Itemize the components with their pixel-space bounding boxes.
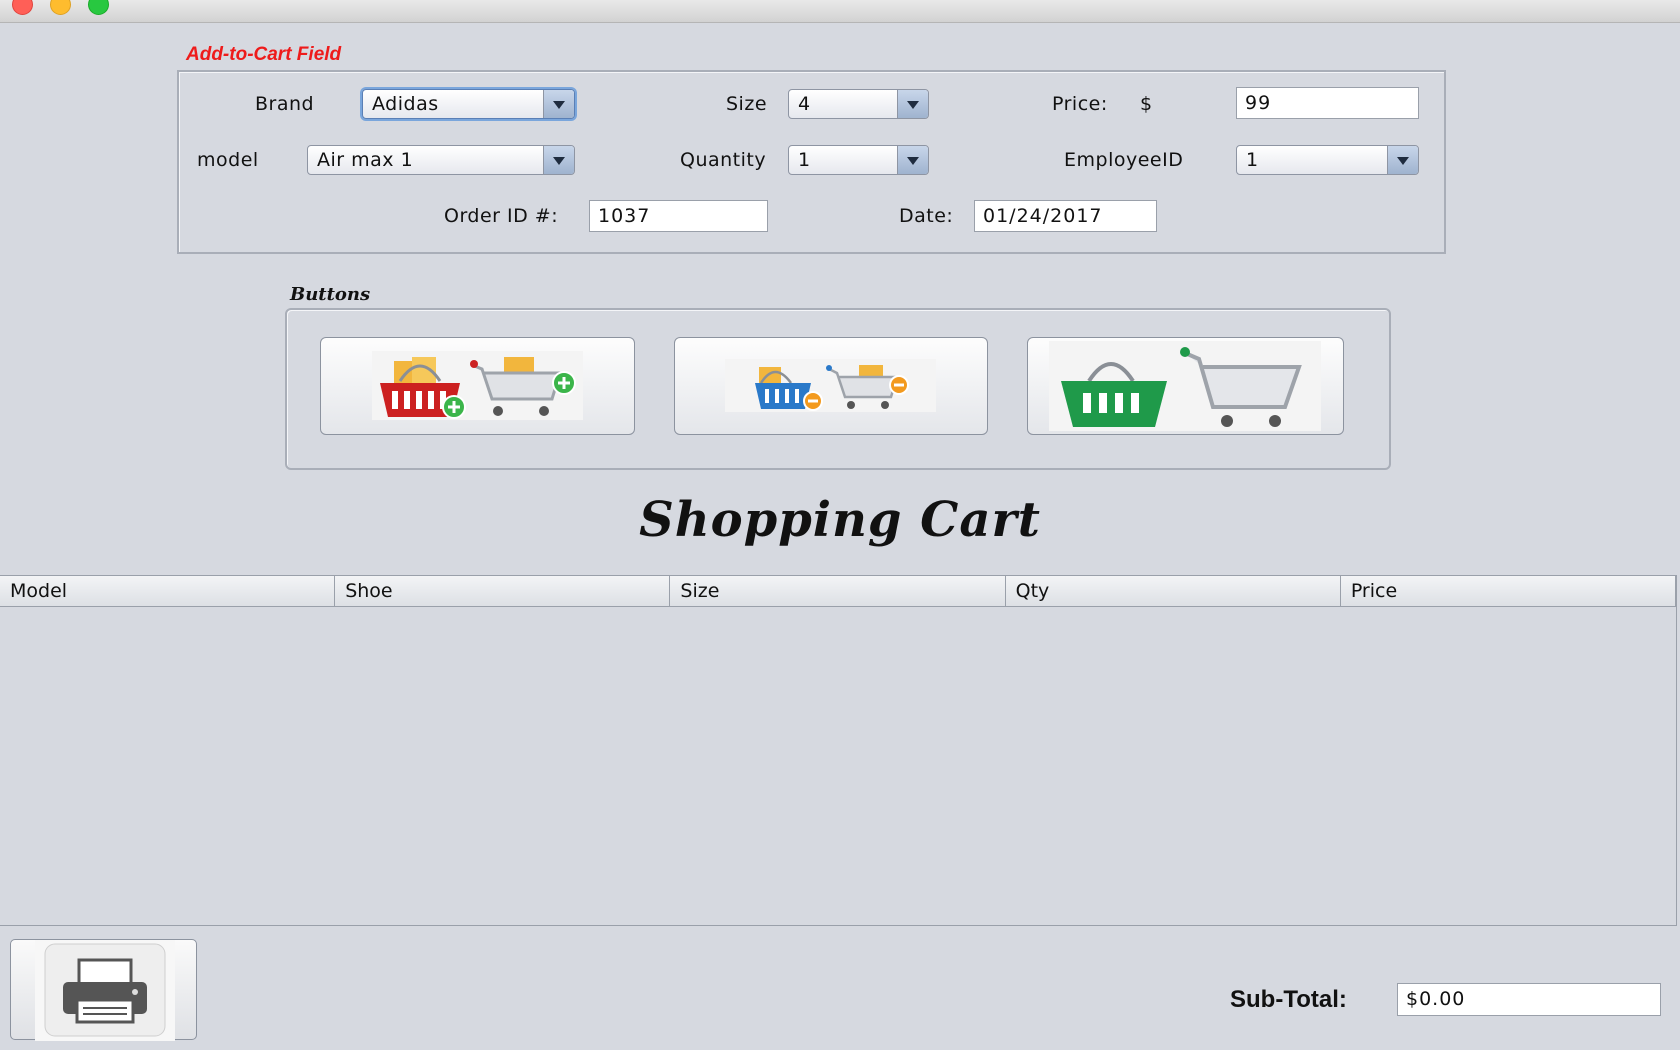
brand-select-value: Adidas xyxy=(372,93,439,115)
buttons-legend: Buttons xyxy=(290,284,371,305)
column-header-price[interactable]: Price xyxy=(1341,576,1677,606)
date-label: Date: xyxy=(899,205,954,227)
chevron-down-icon[interactable] xyxy=(543,146,574,174)
brand-select[interactable]: Adidas xyxy=(362,89,575,119)
size-select-value: 4 xyxy=(798,93,811,115)
printer-icon xyxy=(35,940,175,1041)
chevron-down-icon[interactable] xyxy=(897,146,928,174)
model-select[interactable]: Air max 1 xyxy=(307,145,575,175)
window-titlebar xyxy=(0,0,1680,23)
subtotal-label: Sub-Total: xyxy=(1230,986,1347,1013)
column-header-size[interactable]: Size xyxy=(670,576,1006,606)
order-id-label: Order ID #: xyxy=(444,205,559,227)
column-header-model[interactable]: Model xyxy=(0,576,336,606)
column-header-shoe[interactable]: Shoe xyxy=(335,576,671,606)
maximize-window-button[interactable] xyxy=(88,0,109,15)
date-field[interactable]: 01/24/2017 xyxy=(974,200,1157,232)
employee-id-label: EmployeeID xyxy=(1064,149,1184,171)
remove-from-cart-button[interactable] xyxy=(674,337,988,435)
employee-id-select[interactable]: 1 xyxy=(1236,145,1419,175)
add-to-cart-icon xyxy=(372,351,583,420)
model-label: model xyxy=(197,149,259,171)
shopping-cart-heading: Shopping Cart xyxy=(639,492,1041,548)
close-window-button[interactable] xyxy=(12,0,33,15)
add-to-cart-button[interactable] xyxy=(320,337,635,435)
chevron-down-icon[interactable] xyxy=(897,90,928,118)
checkout-cart-button[interactable] xyxy=(1027,337,1344,435)
subtotal-field[interactable]: $0.00 xyxy=(1397,983,1661,1016)
price-field-value: 99 xyxy=(1245,92,1272,114)
cart-table[interactable]: Model Shoe Size Qty Price xyxy=(0,575,1677,926)
size-select[interactable]: 4 xyxy=(788,89,929,119)
brand-label: Brand xyxy=(255,93,315,115)
remove-from-cart-icon xyxy=(725,359,936,412)
date-field-value: 01/24/2017 xyxy=(983,205,1103,227)
chevron-down-icon[interactable] xyxy=(1387,146,1418,174)
order-id-field-value: 1037 xyxy=(598,205,651,227)
checkout-cart-icon xyxy=(1049,341,1321,431)
quantity-select[interactable]: 1 xyxy=(788,145,929,175)
price-field[interactable]: 99 xyxy=(1236,87,1419,119)
employee-id-select-value: 1 xyxy=(1246,149,1259,171)
size-label: Size xyxy=(726,93,768,115)
subtotal-field-value: $0.00 xyxy=(1406,988,1466,1010)
price-label: Price: xyxy=(1052,93,1108,115)
chevron-down-icon[interactable] xyxy=(543,90,574,118)
column-header-qty[interactable]: Qty xyxy=(1006,576,1341,606)
add-to-cart-legend: Add-to-Cart Field xyxy=(186,44,342,65)
price-currency: $ xyxy=(1140,93,1153,115)
cart-table-header: Model Shoe Size Qty Price xyxy=(0,576,1677,607)
quantity-label: Quantity xyxy=(680,149,767,171)
quantity-select-value: 1 xyxy=(798,149,811,171)
order-id-field[interactable]: 1037 xyxy=(589,200,768,232)
minimize-window-button[interactable] xyxy=(50,0,71,15)
print-button[interactable] xyxy=(10,939,197,1041)
model-select-value: Air max 1 xyxy=(317,149,414,171)
